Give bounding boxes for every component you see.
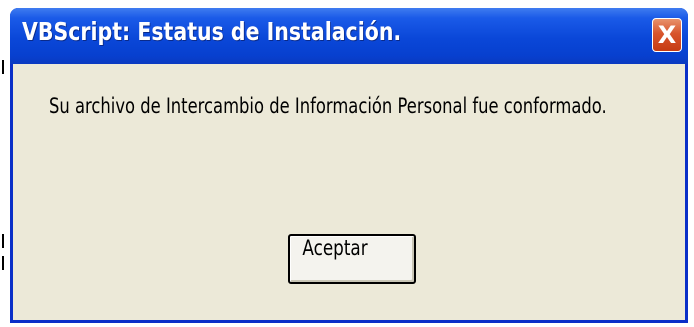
edge-mark	[2, 256, 4, 270]
background-window-edge	[0, 0, 10, 327]
ok-button-label: Aceptar	[302, 236, 368, 260]
edge-mark	[2, 60, 4, 74]
dialog-body: Su archivo de Intercambio de Información…	[13, 64, 685, 320]
dialog-message: Su archivo de Intercambio de Información…	[49, 94, 607, 118]
dialog-titlebar[interactable]: VBScript: Estatus de Instalación. X	[10, 8, 688, 64]
message-dialog: VBScript: Estatus de Instalación. X Su a…	[10, 8, 688, 323]
ok-button[interactable]: Aceptar	[288, 234, 416, 284]
edge-mark	[2, 234, 4, 248]
dialog-title: VBScript: Estatus de Instalación.	[22, 17, 402, 46]
ok-button-label-wrap: Aceptar	[290, 236, 414, 282]
close-button[interactable]: X	[652, 18, 682, 52]
close-icon: X	[657, 21, 677, 49]
